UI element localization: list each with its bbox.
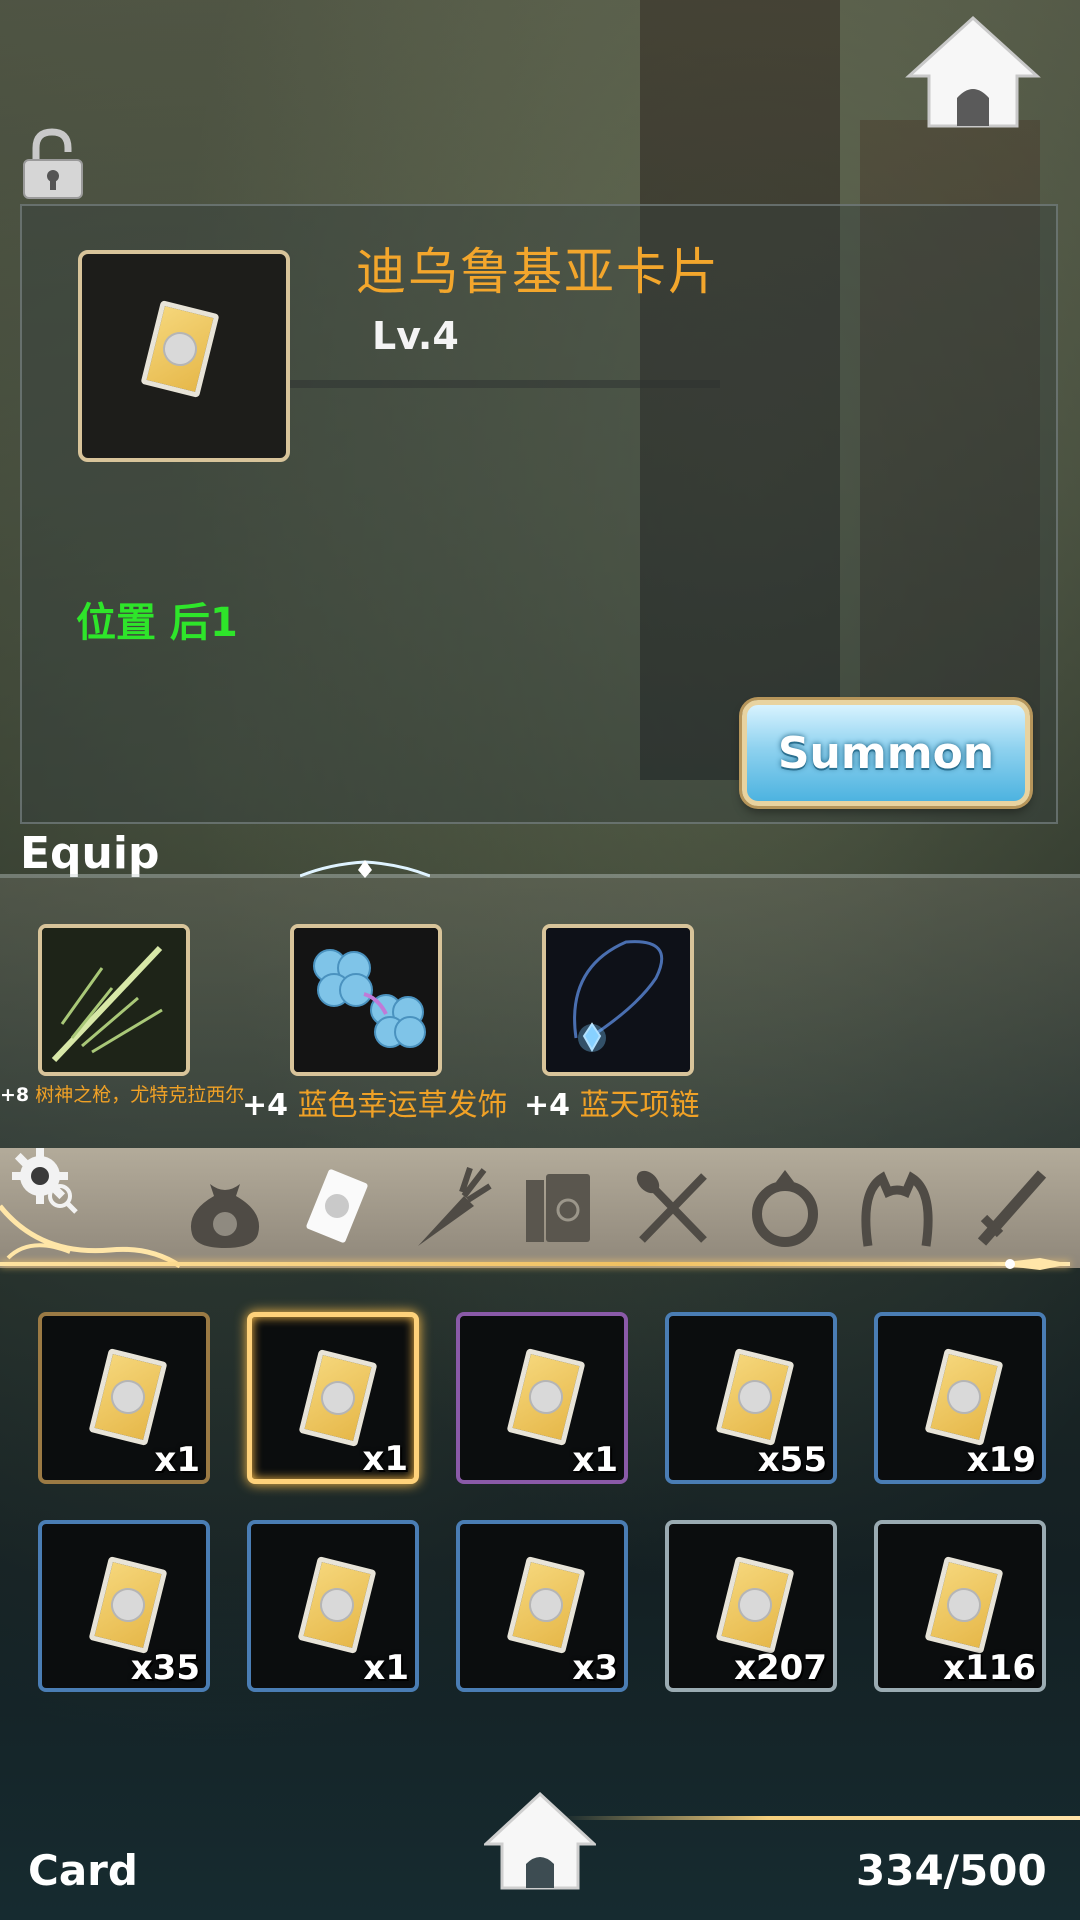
item-quantity: x3 xyxy=(572,1648,618,1688)
bag-icon[interactable] xyxy=(180,1162,270,1252)
equip-slot-weapon[interactable] xyxy=(38,924,190,1076)
card-icon xyxy=(506,1556,586,1654)
card-icon xyxy=(924,1556,1004,1654)
position-value: 1 xyxy=(209,600,238,646)
item-image-frame xyxy=(78,250,290,462)
equip-plus: +4 xyxy=(242,1088,289,1123)
equip-caption-necklace: +4 蓝天项链 xyxy=(524,1080,700,1124)
tab-bar-glow-line xyxy=(0,1262,1070,1266)
clover-hairpin-icon xyxy=(294,928,438,1072)
position-label: 位置 后1 xyxy=(76,590,238,648)
spear-icon xyxy=(42,928,186,1072)
card-tab-icon[interactable] xyxy=(292,1162,382,1252)
item-level: Lv.4 xyxy=(372,314,459,358)
item-quantity: x1 xyxy=(154,1440,200,1480)
item-quantity: x1 xyxy=(572,1440,618,1480)
card-icon xyxy=(140,300,220,398)
tab-bar-ornament xyxy=(0,1204,182,1269)
inventory-slot[interactable]: x19 xyxy=(874,1312,1046,1484)
books-icon[interactable] xyxy=(516,1162,606,1252)
card-icon xyxy=(924,1348,1004,1446)
card-icon xyxy=(298,1349,378,1447)
home-icon[interactable] xyxy=(905,14,1041,132)
equip-caption-hair: +4 蓝色幸运草发饰 xyxy=(242,1080,508,1124)
home-icon-bottom[interactable] xyxy=(484,1792,596,1890)
item-quantity: x1 xyxy=(363,1648,409,1688)
equip-caption-weapon: +8 树神之枪，尤特克拉西尔 xyxy=(0,1080,244,1107)
equip-slot-hair[interactable] xyxy=(290,924,442,1076)
sword-icon[interactable] xyxy=(964,1162,1054,1252)
bottom-glow-line xyxy=(560,1816,1080,1820)
carrot-icon[interactable] xyxy=(404,1162,494,1252)
inventory-slot[interactable]: x35 xyxy=(38,1520,210,1692)
headband-icon[interactable] xyxy=(852,1162,942,1252)
card-icon xyxy=(715,1348,795,1446)
summon-button[interactable]: Summon xyxy=(742,700,1030,806)
inventory-slot[interactable]: x207 xyxy=(665,1520,837,1692)
inventory-slot[interactable]: x55 xyxy=(665,1312,837,1484)
equip-plus: +8 xyxy=(0,1084,30,1106)
ring-icon[interactable] xyxy=(740,1162,830,1252)
arrow-ornament xyxy=(990,1258,1070,1270)
equip-plus: +4 xyxy=(524,1088,571,1123)
equip-title: Equip xyxy=(20,828,160,879)
inventory-slot[interactable]: x3 xyxy=(456,1520,628,1692)
equip-divider xyxy=(0,874,1080,878)
item-quantity: x207 xyxy=(734,1648,827,1688)
category-label: Card xyxy=(28,1846,138,1895)
item-quantity: x55 xyxy=(757,1440,827,1480)
equip-name: 蓝天项链 xyxy=(579,1088,700,1123)
spoon-fork-icon[interactable] xyxy=(628,1162,718,1252)
position-text: 位置 后 xyxy=(76,600,210,646)
item-name: 迪乌鲁基亚卡片 xyxy=(356,243,720,301)
card-icon xyxy=(88,1556,168,1654)
item-quantity: x1 xyxy=(362,1439,408,1479)
card-icon xyxy=(88,1348,168,1446)
necklace-icon xyxy=(546,928,690,1072)
inventory-capacity: 334/500 xyxy=(856,1846,1047,1895)
ornament-icon xyxy=(300,860,430,878)
equip-name: 蓝色幸运草发饰 xyxy=(297,1088,508,1123)
card-icon xyxy=(715,1556,795,1654)
inventory-slot[interactable]: x116 xyxy=(874,1520,1046,1692)
card-icon xyxy=(297,1556,377,1654)
inventory-slot[interactable]: x1 xyxy=(247,1520,419,1692)
item-quantity: x35 xyxy=(130,1648,200,1688)
inventory-slot[interactable]: x1 xyxy=(247,1312,419,1484)
summon-label: Summon xyxy=(777,727,995,779)
equip-slot-necklace[interactable] xyxy=(542,924,694,1076)
item-quantity: x19 xyxy=(966,1440,1036,1480)
card-icon xyxy=(506,1348,586,1446)
inventory-slot[interactable]: x1 xyxy=(456,1312,628,1484)
inventory-slot[interactable]: x1 xyxy=(38,1312,210,1484)
equip-name: 树神之枪，尤特克拉西尔 xyxy=(35,1084,245,1106)
item-quantity: x116 xyxy=(943,1648,1036,1688)
unlock-icon[interactable] xyxy=(20,128,86,200)
